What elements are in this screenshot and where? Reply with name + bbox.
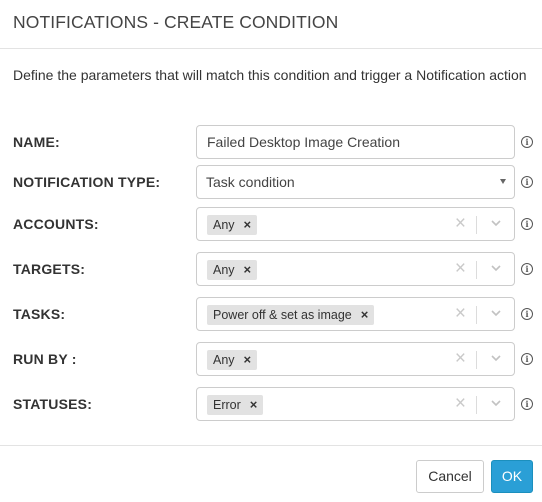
statuses-info-icon[interactable]: i (521, 398, 533, 410)
chevron-down-icon[interactable] (490, 262, 502, 274)
accounts-chip: Any × (207, 215, 258, 235)
notification-type-value: Task condition (206, 174, 295, 190)
notification-type-row: NOTIFICATION TYPE: Task condition i (0, 165, 542, 199)
chip-label: Error (213, 398, 241, 412)
clear-icon[interactable]: × (455, 253, 466, 285)
accounts-info-icon[interactable]: i (521, 218, 533, 230)
clear-icon[interactable]: × (455, 388, 466, 420)
chip-label: Any (213, 353, 235, 367)
run-by-label: RUN BY : (13, 351, 77, 367)
name-field-wrapper (196, 125, 515, 159)
dialog-title: NOTIFICATIONS - CREATE CONDITION (13, 12, 339, 32)
clear-icon[interactable]: × (455, 208, 466, 240)
clear-icon[interactable]: × (455, 298, 466, 330)
targets-label: TARGETS: (13, 261, 86, 277)
cancel-button[interactable]: Cancel (416, 460, 484, 493)
footer-divider (0, 445, 542, 446)
chip-remove-icon[interactable]: × (244, 215, 252, 235)
indicator-separator (476, 216, 477, 234)
chevron-down-icon[interactable] (490, 307, 502, 319)
name-row: NAME: i (0, 125, 542, 159)
run-by-multiselect[interactable]: Any × × (196, 342, 515, 376)
indicator-separator (476, 261, 477, 279)
indicator-separator (476, 396, 477, 414)
chip-remove-icon[interactable]: × (244, 260, 252, 280)
chip-remove-icon[interactable]: × (361, 305, 369, 325)
chevron-down-icon[interactable] (490, 352, 502, 364)
name-info-icon[interactable]: i (521, 136, 533, 148)
name-input[interactable] (197, 126, 514, 158)
chip-remove-icon[interactable]: × (244, 350, 252, 370)
accounts-label: ACCOUNTS: (13, 216, 99, 232)
name-label: NAME: (13, 134, 60, 150)
chip-label: Any (213, 218, 235, 232)
notification-type-select[interactable]: Task condition (196, 165, 515, 199)
chip-label: Any (213, 263, 235, 277)
targets-chip: Any × (207, 260, 258, 280)
notification-type-info-icon[interactable]: i (521, 176, 533, 188)
dialog-description: Define the parameters that will match th… (13, 67, 527, 83)
targets-row: TARGETS: Any × × i (0, 252, 542, 286)
targets-multiselect[interactable]: Any × × (196, 252, 515, 286)
statuses-row: STATUSES: Error × × i (0, 387, 542, 421)
notification-type-label: NOTIFICATION TYPE: (13, 174, 161, 190)
statuses-multiselect[interactable]: Error × × (196, 387, 515, 421)
caret-down-icon (500, 179, 506, 184)
chevron-down-icon[interactable] (490, 217, 502, 229)
statuses-chip: Error × (207, 395, 264, 415)
run-by-chip: Any × (207, 350, 258, 370)
tasks-row: TASKS: Power off & set as image × × i (0, 297, 542, 331)
statuses-label: STATUSES: (13, 396, 93, 412)
tasks-chip: Power off & set as image × (207, 305, 375, 325)
indicator-separator (476, 306, 477, 324)
targets-info-icon[interactable]: i (521, 263, 533, 275)
indicator-separator (476, 351, 477, 369)
accounts-row: ACCOUNTS: Any × × i (0, 207, 542, 241)
chevron-down-icon[interactable] (490, 397, 502, 409)
chip-label: Power off & set as image (213, 308, 352, 322)
accounts-multiselect[interactable]: Any × × (196, 207, 515, 241)
tasks-label: TASKS: (13, 306, 66, 322)
tasks-info-icon[interactable]: i (521, 308, 533, 320)
chip-remove-icon[interactable]: × (250, 395, 258, 415)
ok-button[interactable]: OK (491, 460, 533, 493)
clear-icon[interactable]: × (455, 343, 466, 375)
header-divider (0, 48, 542, 49)
run-by-row: RUN BY : Any × × i (0, 342, 542, 376)
tasks-multiselect[interactable]: Power off & set as image × × (196, 297, 515, 331)
run-by-info-icon[interactable]: i (521, 353, 533, 365)
